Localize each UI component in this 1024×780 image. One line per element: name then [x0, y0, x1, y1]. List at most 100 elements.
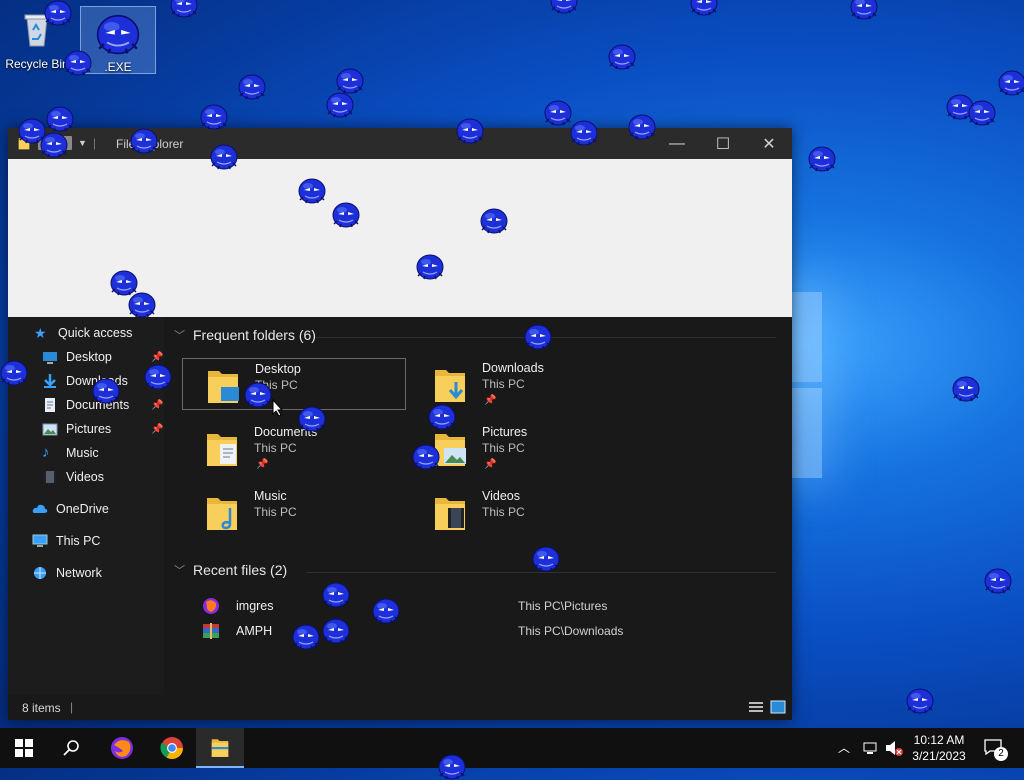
folder-music-icon	[207, 498, 237, 530]
firefox-taskbar-button[interactable]	[98, 728, 146, 768]
folder-tile-videos[interactable]: Videos This PC	[410, 486, 632, 536]
collapse-chevron-icon: ﹀	[174, 565, 185, 577]
virus-creature-icon	[998, 70, 1024, 96]
pin-icon: 📌	[484, 459, 497, 470]
firefox-file-icon	[203, 598, 219, 614]
details-view-icon[interactable]	[748, 701, 764, 714]
folder-name: Desktop	[255, 362, 301, 376]
nav-onedrive[interactable]: OneDrive	[32, 498, 109, 520]
clock-date: 3/21/2023	[912, 749, 966, 763]
computer-icon	[32, 534, 48, 547]
frequent-folders-header[interactable]: ﹀ Frequent folders (6)	[174, 327, 316, 343]
large-icons-view-icon[interactable]	[770, 700, 786, 714]
recent-file-path: This PC\Downloads	[518, 624, 624, 638]
nav-label: Network	[56, 566, 102, 580]
folder-tile-desktop[interactable]: Desktop This PC	[182, 358, 406, 410]
title-bar[interactable]: ▼ | File Explorer — ☐ ✕	[8, 128, 792, 159]
nav-item-music[interactable]: ♪ Music	[42, 442, 99, 464]
chrome-taskbar-button[interactable]	[148, 728, 196, 768]
clock[interactable]: 10:12 AM 3/21/2023	[904, 732, 974, 764]
nav-network[interactable]: Network	[32, 562, 102, 584]
item-count: 8 items	[22, 701, 61, 715]
navigation-pane: ★ Quick access Desktop 📌 Downloads 📌 Doc…	[8, 317, 164, 695]
minimize-icon: —	[669, 134, 685, 152]
chrome-icon	[160, 737, 183, 759]
pin-icon: 📌	[151, 352, 164, 363]
minimize-button[interactable]: —	[654, 128, 700, 159]
virus-creature-icon	[850, 0, 878, 20]
status-bar: 8 items |	[8, 695, 792, 720]
virus-creature-icon	[570, 120, 598, 146]
recent-file-row[interactable]: AMPH This PC\Downloads	[202, 620, 762, 642]
wallpaper-logo	[792, 292, 822, 480]
mouse-cursor	[272, 399, 284, 417]
virus-creature-icon	[550, 0, 578, 14]
close-button[interactable]: ✕	[746, 128, 792, 159]
show-hidden-icons-button[interactable]: ︿	[838, 739, 850, 756]
folder-location: This PC	[482, 377, 525, 391]
virus-creature-icon	[524, 324, 552, 350]
recent-file-name: imgres	[236, 599, 274, 613]
volume-muted-icon[interactable]	[884, 740, 904, 756]
folder-location: This PC	[482, 441, 525, 455]
virus-creature-icon	[170, 0, 198, 18]
folder-videos-icon	[435, 498, 465, 530]
virus-creature-icon	[332, 202, 360, 228]
recent-files-header[interactable]: ﹀ Recent files (2)	[174, 562, 287, 578]
virus-creature-icon	[44, 0, 72, 26]
folder-downloads-icon	[435, 370, 465, 402]
desktop-icon	[43, 352, 57, 364]
folder-location: This PC	[482, 505, 525, 519]
nav-item-pictures[interactable]: Pictures	[42, 418, 111, 440]
pin-icon: 📌	[484, 395, 497, 406]
nav-label: Videos	[66, 470, 104, 484]
virus-creature-icon	[372, 598, 400, 624]
nav-quick-access[interactable]: ★ Quick access	[34, 322, 132, 344]
virus-creature-icon	[200, 104, 228, 130]
recent-file-row[interactable]: imgres This PC\Pictures	[202, 595, 762, 617]
virus-creature-icon	[690, 0, 718, 16]
network-icon	[34, 567, 46, 579]
virus-creature-icon	[322, 618, 350, 644]
virus-creature-icon	[298, 406, 326, 432]
pin-icon: 📌	[151, 400, 164, 411]
virus-creature-icon	[292, 624, 320, 650]
virus-creature-icon	[808, 146, 836, 172]
nav-label: Pictures	[66, 422, 112, 436]
network-status-icon[interactable]	[862, 741, 880, 755]
virus-creature-icon	[906, 688, 934, 714]
folder-tile-downloads[interactable]: Downloads This PC 📌	[410, 358, 632, 408]
virus-exe-icon	[96, 14, 140, 55]
maximize-button[interactable]: ☐	[700, 128, 746, 159]
virus-creature-icon	[298, 178, 326, 204]
folder-tile-documents[interactable]: Documents This PC 📌	[182, 422, 404, 472]
customize-toolbar-chevron-icon[interactable]: ▼	[78, 138, 87, 148]
action-center-button[interactable]: 2	[976, 728, 1024, 768]
virus-creature-icon	[40, 132, 68, 158]
virus-creature-icon	[322, 582, 350, 608]
music-note-icon: ♪	[42, 444, 50, 461]
virus-creature-icon	[984, 568, 1012, 594]
virus-creature-icon	[210, 144, 238, 170]
search-button[interactable]	[48, 728, 96, 768]
virus-creature-icon	[144, 364, 172, 390]
virus-creature-icon	[532, 546, 560, 572]
virus-creature-icon	[130, 128, 158, 154]
start-button[interactable]	[0, 728, 48, 768]
folder-tile-music[interactable]: Music This PC	[182, 486, 404, 536]
documents-icon	[45, 398, 55, 412]
recent-file-path: This PC\Pictures	[518, 599, 608, 613]
file-explorer-taskbar-button[interactable]	[196, 728, 244, 768]
folder-name: Pictures	[482, 425, 528, 439]
collapse-chevron-icon: ﹀	[174, 330, 185, 342]
pin-icon: 📌	[151, 424, 164, 435]
folder-desktop-icon	[208, 371, 239, 403]
firefox-icon	[111, 737, 133, 759]
virus-creature-icon	[456, 118, 484, 144]
nav-item-videos[interactable]: Videos	[42, 466, 104, 488]
nav-item-desktop[interactable]: Desktop	[42, 346, 112, 368]
desktop-icon-label: .EXE	[104, 60, 132, 74]
virus-creature-icon	[128, 292, 156, 318]
virus-creature-icon	[428, 404, 456, 430]
nav-this-pc[interactable]: This PC	[32, 530, 100, 552]
